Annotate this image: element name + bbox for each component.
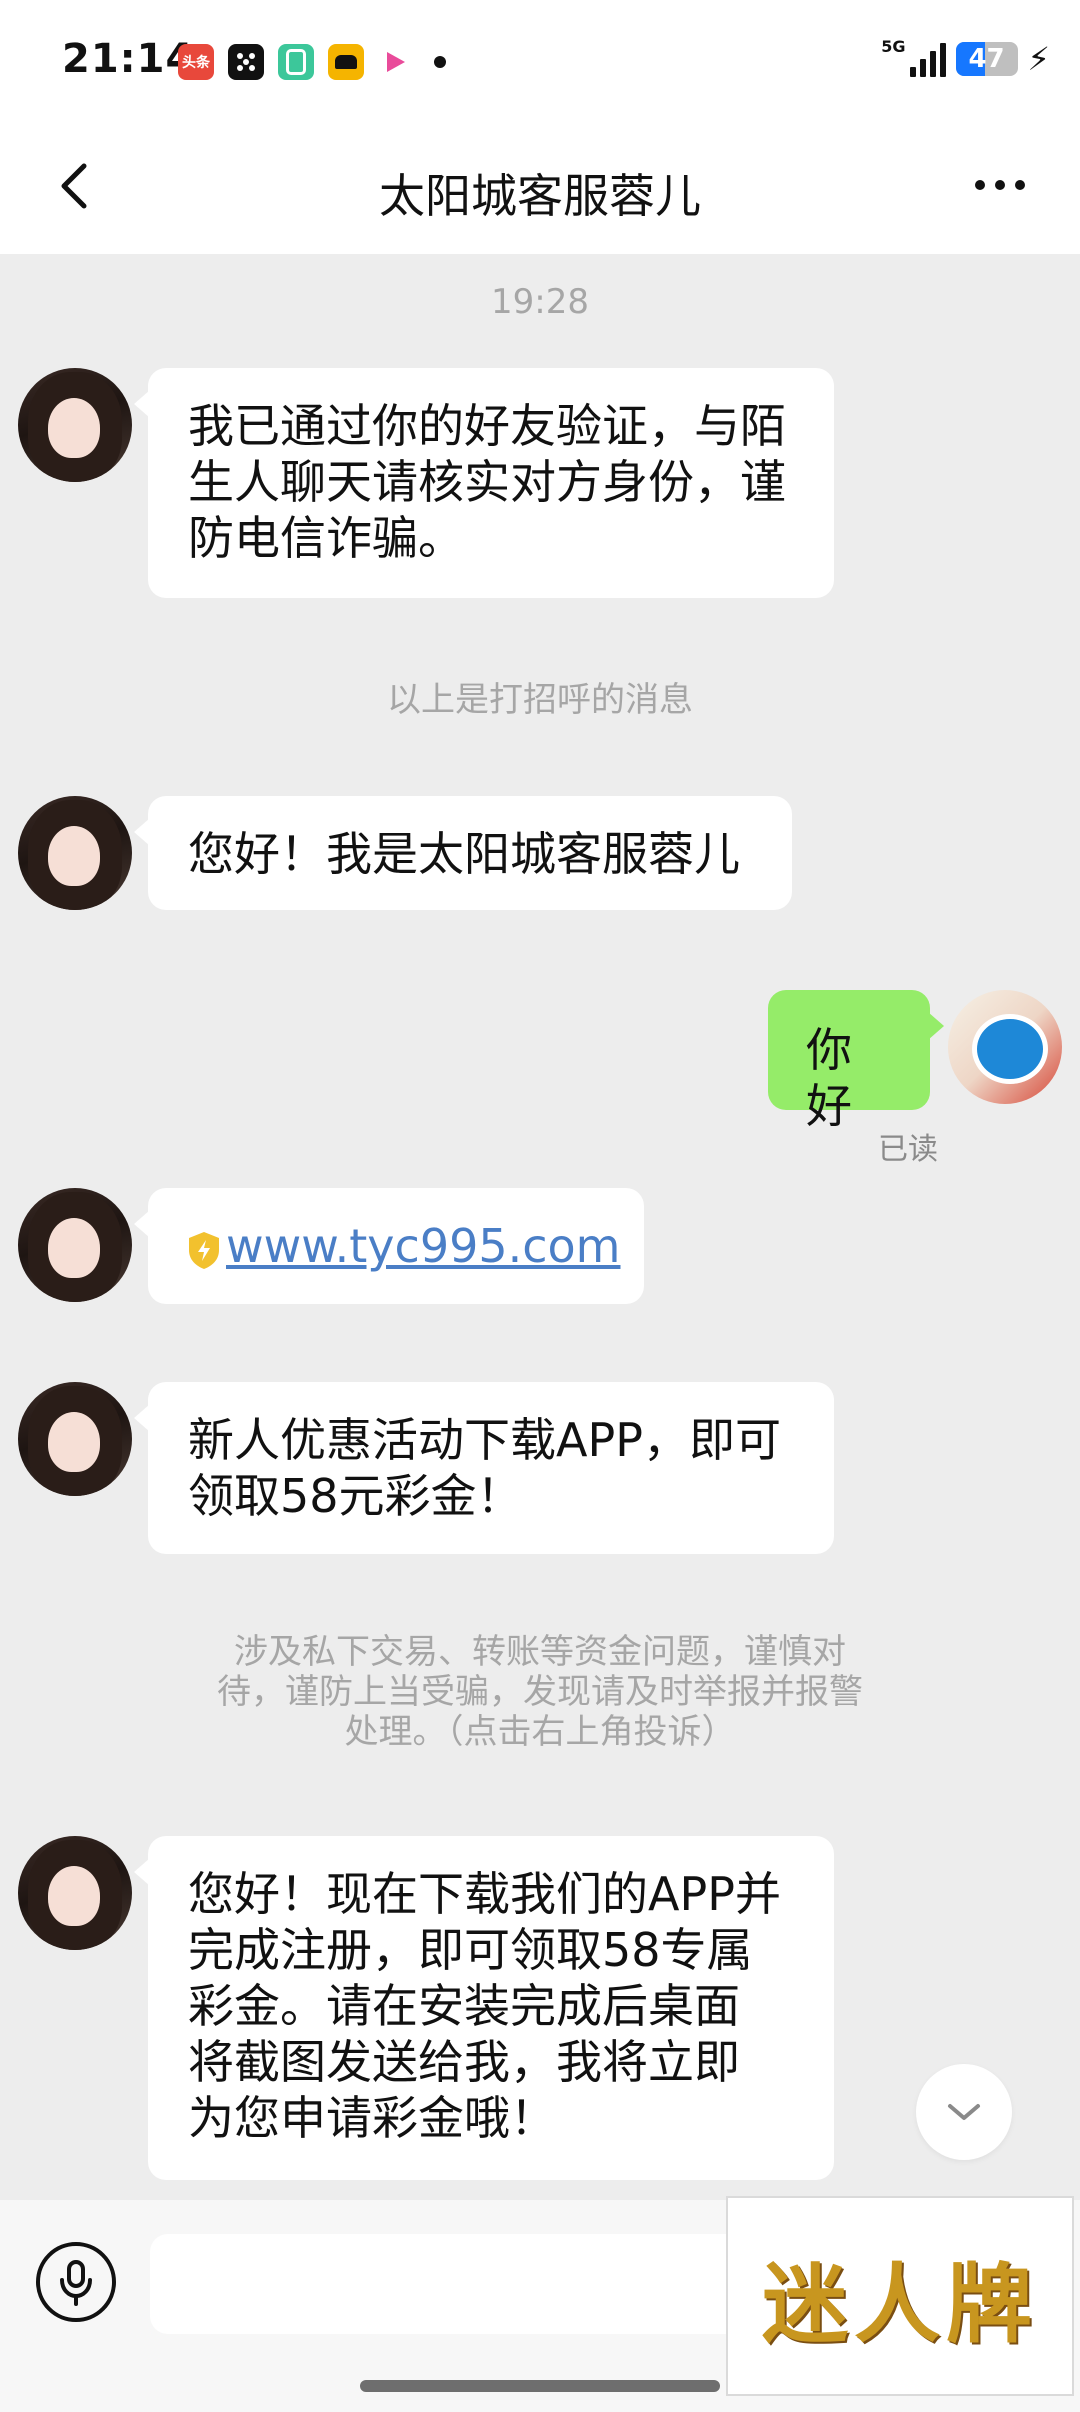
contact-avatar[interactable] xyxy=(18,1382,132,1496)
warning-line: 待，谨防上当受骗，发现请及时举报并报警 xyxy=(217,1672,863,1712)
my-message-bubble[interactable]: 你好 xyxy=(768,990,944,1133)
microphone-icon xyxy=(60,2260,92,2306)
status-bar: 21:14 头条 5G 47 ⚡ xyxy=(0,0,1080,120)
video-app-icon xyxy=(376,44,412,80)
signal-icon xyxy=(909,41,946,77)
more-options-button[interactable] xyxy=(960,160,1040,210)
warning-line: 涉及私下交易、转账等资金问题，谨慎对 xyxy=(234,1632,846,1672)
chevron-down-icon xyxy=(948,2104,980,2120)
watermark-text: 迷人牌 xyxy=(762,2253,1038,2355)
dice-app-icon xyxy=(228,44,264,80)
message-bubble[interactable]: 新人优惠活动下载APP，即可领取58元彩金！ xyxy=(134,1382,834,1554)
message-bubble[interactable]: www.tyc995.com xyxy=(134,1188,644,1304)
toutiao-app-icon: 头条 xyxy=(178,44,214,80)
message-text: 你好 xyxy=(806,1023,852,1133)
url-link[interactable]: www.tyc995.com xyxy=(226,1219,620,1273)
more-notifications-dot xyxy=(434,56,446,68)
chat-header: 太阳城客服蓉儿 xyxy=(0,120,1080,254)
charging-icon: ⚡ xyxy=(1027,40,1050,78)
watermark-logo: 迷人牌 xyxy=(726,2196,1074,2396)
link-message: www.tyc995.com xyxy=(186,1218,634,1274)
greeting-note: 以上是打招呼的消息 xyxy=(387,680,693,720)
home-indicator[interactable] xyxy=(360,2380,720,2392)
network-type: 5G xyxy=(881,37,906,56)
contact-avatar[interactable] xyxy=(18,1836,132,1950)
chat-title: 太阳城客服蓉儿 xyxy=(379,169,701,223)
read-receipt: 已读 xyxy=(878,1132,938,1167)
message-bubble[interactable]: 您好！我是太阳城客服蓉儿 xyxy=(134,796,792,910)
shield-icon xyxy=(189,1231,219,1269)
contact-avatar[interactable] xyxy=(18,368,132,482)
scroll-to-bottom-button[interactable] xyxy=(916,2064,1012,2160)
security-warning[interactable]: 涉及私下交易、转账等资金问题，谨慎对 待，谨防上当受骗，发现请及时举报并报警 处… xyxy=(180,1632,900,1752)
warning-line: 处理。（点击右上角投诉） xyxy=(344,1712,736,1752)
message-text: 您好！现在下载我们的APP并完成注册，即可领取58专属彩金。请在安装完成后桌面将… xyxy=(188,1867,781,2145)
taxi-app-icon xyxy=(328,44,364,80)
message-bubble[interactable]: 我已通过你的好友验证，与陌生人聊天请核实对方身份，谨防电信诈骗。 xyxy=(134,368,834,598)
contact-avatar[interactable] xyxy=(18,796,132,910)
green-app-icon xyxy=(278,44,314,80)
message-input[interactable] xyxy=(150,2234,790,2334)
my-avatar[interactable] xyxy=(948,990,1062,1104)
battery-level: 47 xyxy=(968,44,1005,74)
message-bubble[interactable]: 您好！现在下载我们的APP并完成注册，即可领取58专属彩金。请在安装完成后桌面将… xyxy=(134,1836,834,2180)
status-indicators: 5G 47 ⚡ xyxy=(881,37,1050,79)
chat-timestamp: 19:28 xyxy=(491,282,589,322)
status-time: 21:14 xyxy=(62,36,195,82)
more-dot-icon xyxy=(975,180,985,190)
message-text: 我已通过你的好友验证，与陌生人聊天请核实对方身份，谨防电信诈骗。 xyxy=(188,399,786,565)
battery-icon: 47 xyxy=(955,42,1018,76)
message-text: 您好！我是太阳城客服蓉儿 xyxy=(188,827,740,881)
message-text: 新人优惠活动下载APP，即可领取58元彩金！ xyxy=(188,1413,781,1523)
contact-avatar[interactable] xyxy=(18,1188,132,1302)
voice-input-button[interactable] xyxy=(36,2242,116,2322)
